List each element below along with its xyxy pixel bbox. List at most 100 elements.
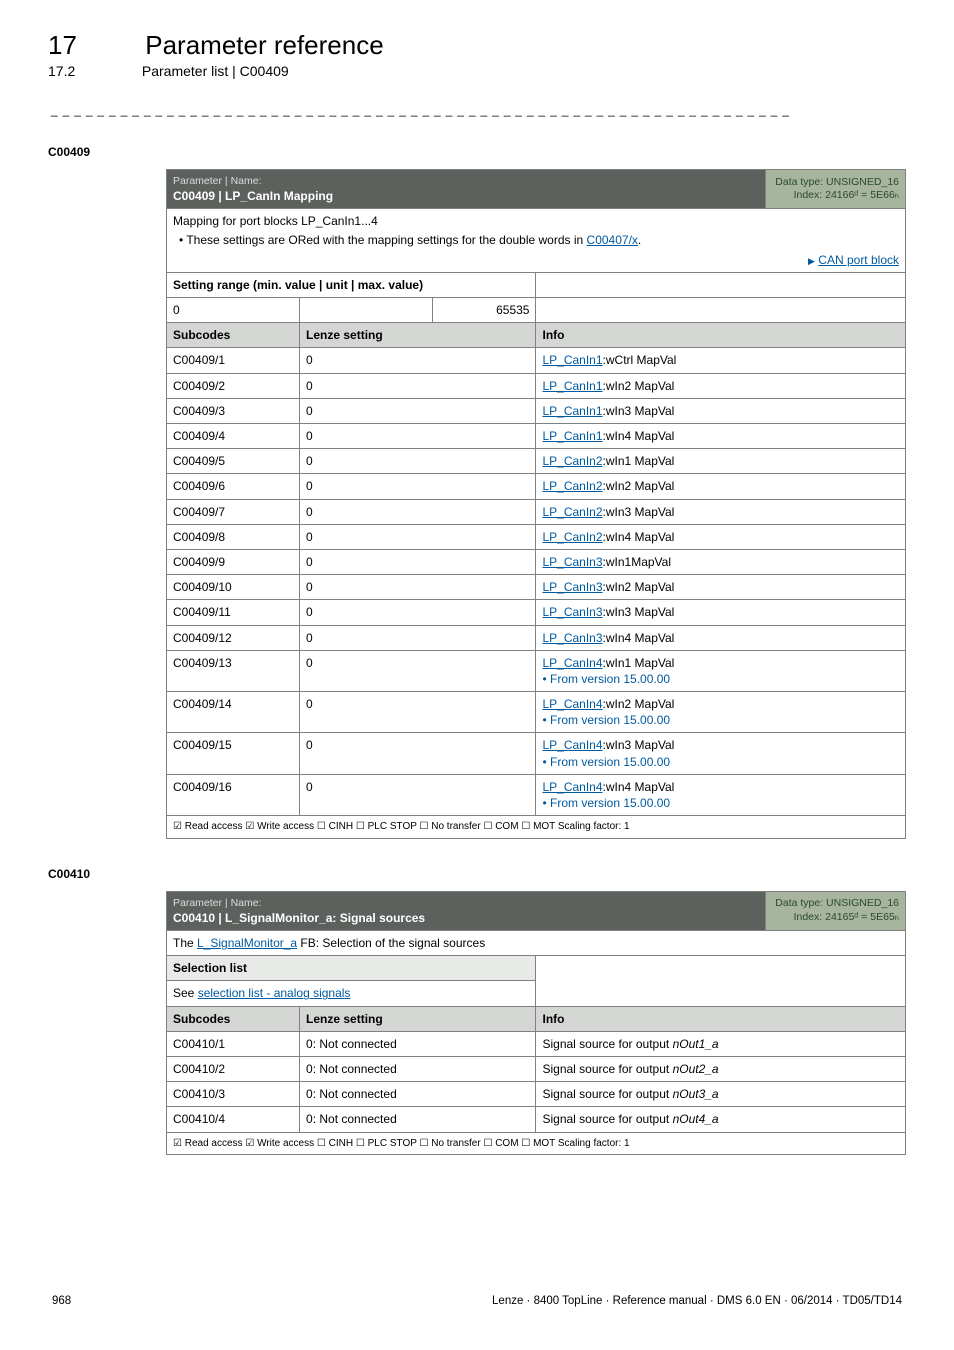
info-prefix: Signal source for output xyxy=(542,1087,672,1101)
lenze-setting-cell: 0: Not connected xyxy=(300,1031,536,1056)
min-value: 0 xyxy=(167,298,300,323)
lenze-setting-cell: 0: Not connected xyxy=(300,1057,536,1082)
info-cell: LP_CanIn3:wIn1MapVal xyxy=(536,549,906,574)
info-link[interactable]: LP_CanIn1 xyxy=(542,353,602,367)
table-row: C00409/70LP_CanIn2:wIn3 MapVal xyxy=(167,499,906,524)
table-row: C00409/160LP_CanIn4:wIn4 MapVal• From ve… xyxy=(167,774,906,815)
lenze-setting-cell: 0 xyxy=(300,692,536,733)
info-link[interactable]: LP_CanIn1 xyxy=(542,429,602,443)
description-suffix: FB: Selection of the signal sources xyxy=(297,936,485,950)
info-output-name: nOut2_a xyxy=(673,1062,719,1076)
info-link[interactable]: LP_CanIn2 xyxy=(542,505,602,519)
info-link[interactable]: LP_CanIn2 xyxy=(542,454,602,468)
lenze-setting-cell: 0 xyxy=(300,549,536,574)
table-row: C00410/10: Not connectedSignal source fo… xyxy=(167,1031,906,1056)
section-heading: 17.2 Parameter list | C00409 xyxy=(48,63,906,79)
col-header-subcodes: Subcodes xyxy=(167,323,300,348)
col-header-info: Info xyxy=(536,1006,906,1031)
subcode-cell: C00409/2 xyxy=(167,373,300,398)
info-cell: LP_CanIn1:wCtrl MapVal xyxy=(536,348,906,373)
info-cell: LP_CanIn2:wIn4 MapVal xyxy=(536,524,906,549)
access-flags-footer: ☑ Read access ☑ Write access ☐ CINH ☐ PL… xyxy=(167,816,906,839)
lenze-setting-cell: 0 xyxy=(300,774,536,815)
info-link[interactable]: LP_CanIn3 xyxy=(542,605,602,619)
nav-link[interactable]: CAN port block xyxy=(818,253,899,267)
access-flags-footer: ☑ Read access ☑ Write access ☐ CINH ☐ PL… xyxy=(167,1132,906,1155)
lenze-setting-cell: 0 xyxy=(300,524,536,549)
unit-cell xyxy=(300,298,433,323)
lenze-setting-cell: 0 xyxy=(300,449,536,474)
info-link[interactable]: LP_CanIn4 xyxy=(542,780,602,794)
description-link[interactable]: L_SignalMonitor_a xyxy=(197,936,297,950)
table-row: C00410/20: Not connectedSignal source fo… xyxy=(167,1057,906,1082)
table-row: C00409/90LP_CanIn3:wIn1MapVal xyxy=(167,549,906,574)
subcode-cell: C00410/4 xyxy=(167,1107,300,1132)
info-suffix: :wIn3 MapVal xyxy=(603,505,675,519)
info-output-name: nOut1_a xyxy=(673,1037,719,1051)
chapter-heading: 17 Parameter reference xyxy=(48,30,906,61)
col-header-lenze: Lenze setting xyxy=(300,323,536,348)
subcode-cell: C00409/9 xyxy=(167,549,300,574)
subcode-cell: C00409/16 xyxy=(167,774,300,815)
info-prefix: Signal source for output xyxy=(542,1037,672,1051)
info-cell: LP_CanIn3:wIn4 MapVal xyxy=(536,625,906,650)
info-suffix: :wIn1 MapVal xyxy=(603,656,675,670)
info-version-note: • From version 15.00.00 xyxy=(542,671,899,687)
subcode-cell: C00409/1 xyxy=(167,348,300,373)
info-suffix: :wIn2 MapVal xyxy=(603,697,675,711)
info-suffix: :wIn1 MapVal xyxy=(603,454,675,468)
table-row: C00410/40: Not connected Signal source fo… xyxy=(167,1107,906,1132)
param-code-heading: C00409 xyxy=(48,145,906,159)
info-cell: LP_CanIn2:wIn3 MapVal xyxy=(536,499,906,524)
info-link[interactable]: LP_CanIn2 xyxy=(542,530,602,544)
info-link[interactable]: LP_CanIn1 xyxy=(542,379,602,393)
description-cell: Mapping for port blocks LP_CanIn1...4 • … xyxy=(167,209,906,273)
selection-list-link[interactable]: selection list - analog signals xyxy=(198,986,351,1000)
info-link[interactable]: LP_CanIn4 xyxy=(542,697,602,711)
table-row: C00409/100LP_CanIn3:wIn2 MapVal xyxy=(167,575,906,600)
param-table-c00410: Parameter | Name: C00410 | L_SignalMonit… xyxy=(166,891,906,1155)
selection-list-label: Selection list xyxy=(167,956,536,981)
info-suffix: :wIn2 MapVal xyxy=(603,379,675,393)
subcode-cell: C00409/3 xyxy=(167,398,300,423)
description-link[interactable]: C00407/x xyxy=(587,233,638,247)
subcode-cell: C00409/11 xyxy=(167,600,300,625)
section-title: Parameter list | C00409 xyxy=(142,63,289,79)
param-code-heading: C00410 xyxy=(48,867,906,881)
info-link[interactable]: LP_CanIn4 xyxy=(542,656,602,670)
lenze-setting-cell: 0 xyxy=(300,424,536,449)
info-link[interactable]: LP_CanIn3 xyxy=(542,580,602,594)
info-suffix: :wIn2 MapVal xyxy=(603,580,675,594)
info-cell: Signal source for output nOut2_a xyxy=(536,1057,906,1082)
param-name-cell: Parameter | Name: C00409 | LP_CanIn Mapp… xyxy=(167,170,766,209)
info-suffix: :wIn4 MapVal xyxy=(603,530,675,544)
info-link[interactable]: LP_CanIn1 xyxy=(542,404,602,418)
info-suffix: :wCtrl MapVal xyxy=(603,353,677,367)
lenze-setting-cell: 0 xyxy=(300,575,536,600)
param-name-value: C00409 | LP_CanIn Mapping xyxy=(173,188,759,204)
page-number: 968 xyxy=(52,1295,71,1307)
description-bullet-suffix: . xyxy=(638,233,641,247)
subcode-cell: C00410/2 xyxy=(167,1057,300,1082)
lenze-setting-cell: 0 xyxy=(300,625,536,650)
col-header-subcodes: Subcodes xyxy=(167,1006,300,1031)
info-prefix: Signal source for output xyxy=(542,1112,672,1126)
info-output-name: nOut4_a xyxy=(673,1112,719,1126)
param-name-label: Parameter | Name: xyxy=(173,896,759,910)
info-link[interactable]: LP_CanIn3 xyxy=(542,555,602,569)
info-suffix: :wIn4 MapVal xyxy=(603,429,675,443)
section-number: 17.2 xyxy=(48,63,138,79)
info-output-name: nOut3_a xyxy=(673,1087,719,1101)
max-value: 65535 xyxy=(433,298,536,323)
empty-cell xyxy=(536,298,906,323)
info-link[interactable]: LP_CanIn2 xyxy=(542,479,602,493)
lenze-setting-cell: 0 xyxy=(300,600,536,625)
lenze-setting-cell: 0: Not connected xyxy=(300,1107,536,1132)
description-cell: The L_SignalMonitor_a FB: Selection of t… xyxy=(167,931,906,956)
subcode-cell: C00409/7 xyxy=(167,499,300,524)
info-link[interactable]: LP_CanIn3 xyxy=(542,631,602,645)
table-row: C00409/130LP_CanIn4:wIn1 MapVal• From ve… xyxy=(167,650,906,691)
index-value: Index: 24165ᵈ = 5E65ₕ xyxy=(772,911,899,925)
lenze-setting-cell: 0 xyxy=(300,650,536,691)
info-link[interactable]: LP_CanIn4 xyxy=(542,738,602,752)
